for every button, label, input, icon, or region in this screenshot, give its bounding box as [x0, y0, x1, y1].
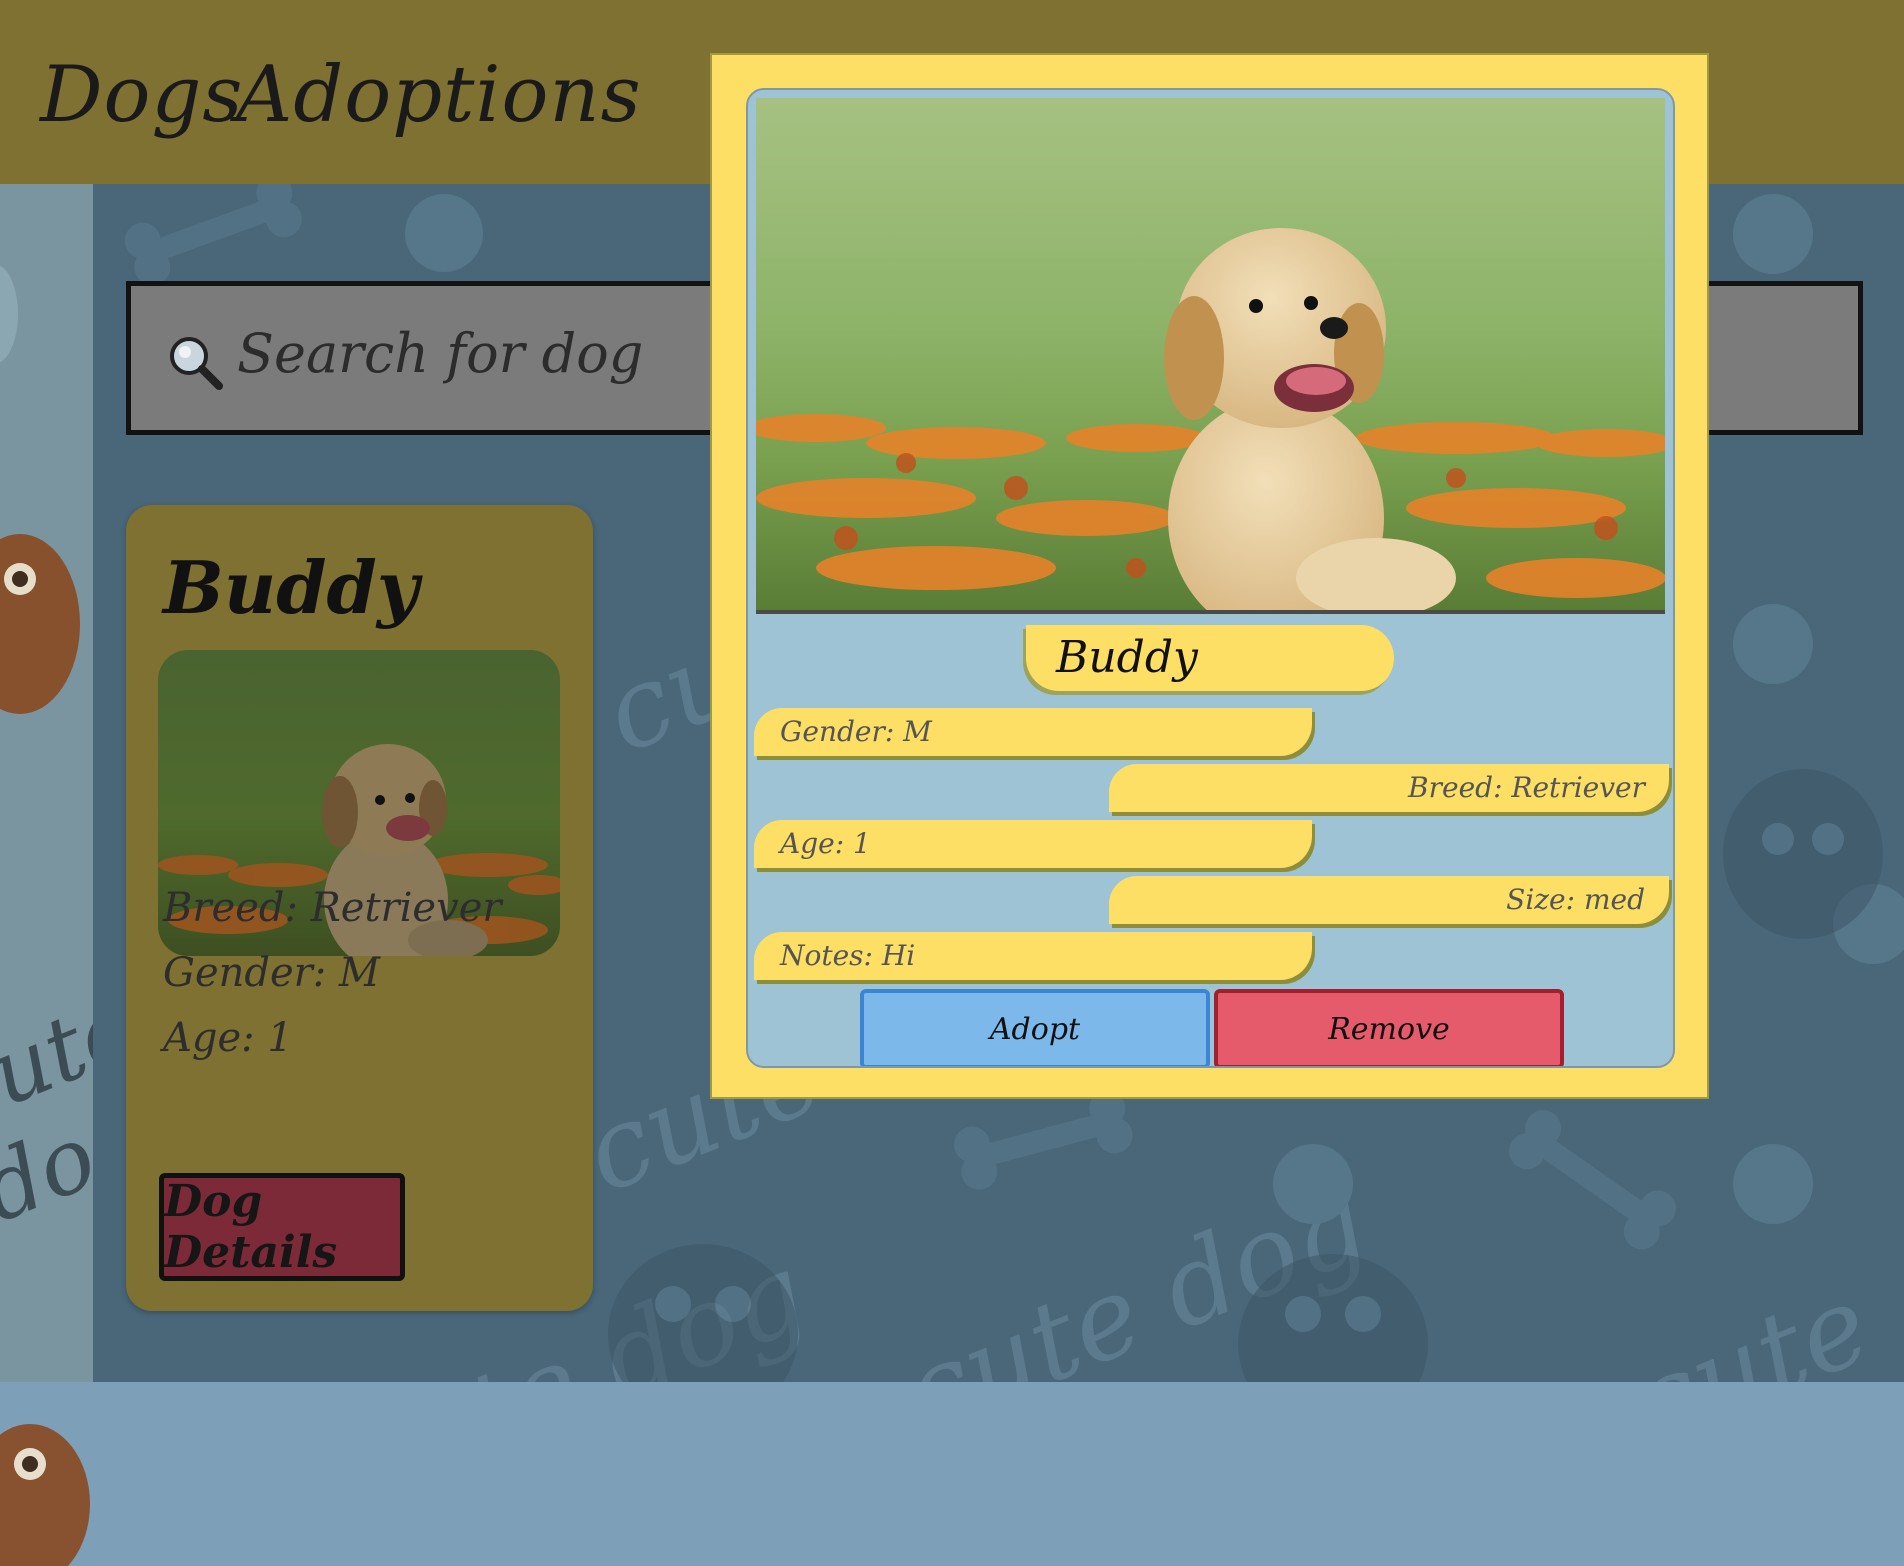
dog-card: Buddy Breed: Retriever Gender: M Age: 1 …: [126, 505, 593, 1311]
decor-watermark: cute dog: [1614, 1259, 1887, 1382]
remove-button[interactable]: Remove: [1214, 989, 1564, 1066]
adopt-button[interactable]: Adopt: [860, 989, 1210, 1066]
modal-size-field: Size: med: [1109, 876, 1669, 924]
bone-decor-icon: [124, 184, 302, 284]
dog-card-gender: Gender: M: [163, 950, 380, 996]
dog-card-breed: Breed: Retriever: [163, 885, 502, 931]
decor-circle: [1733, 604, 1813, 684]
modal-dog-photo: [756, 98, 1665, 614]
decor-circle: [405, 194, 483, 272]
decor-circle: [1273, 1144, 1353, 1224]
modal-notes-field: Notes: Hi: [754, 932, 1312, 980]
pug-decor-icon: [1238, 1254, 1428, 1382]
nav-dogs-link[interactable]: Dogs: [40, 50, 243, 140]
pug-decor-icon: [608, 1244, 798, 1382]
bone-decor-icon: [1509, 1110, 1676, 1250]
dog-details-button[interactable]: Dog Details: [159, 1173, 405, 1281]
pug-decor-icon: [0, 534, 80, 714]
modal-gender-field: Gender: M: [754, 708, 1312, 756]
dog-card-name: Buddy: [163, 545, 419, 630]
decor-circle: [1733, 1144, 1813, 1224]
pug-decor-icon: [1723, 769, 1883, 939]
left-background-strip: cute dog: [0, 184, 164, 1566]
decor-circle: [1733, 194, 1813, 274]
modal-content: Buddy Gender: M Breed: Retriever Age: 1 …: [746, 88, 1675, 1068]
dog-card-age: Age: 1: [163, 1015, 293, 1061]
search-placeholder: Search for dog: [237, 322, 644, 385]
dog-details-modal: Buddy Gender: M Breed: Retriever Age: 1 …: [710, 53, 1709, 1099]
magnifier-icon: [170, 337, 223, 390]
pug-decor-icon: [0, 1424, 90, 1566]
bone-decor-icon: [954, 1090, 1133, 1190]
modal-breed-field: Breed: Retriever: [1109, 764, 1669, 812]
modal-age-field: Age: 1: [754, 820, 1312, 868]
decor-circle: [0, 264, 18, 364]
modal-dog-name: Buddy: [1026, 625, 1394, 691]
nav-adoptions-link[interactable]: Adoptions: [236, 50, 642, 140]
